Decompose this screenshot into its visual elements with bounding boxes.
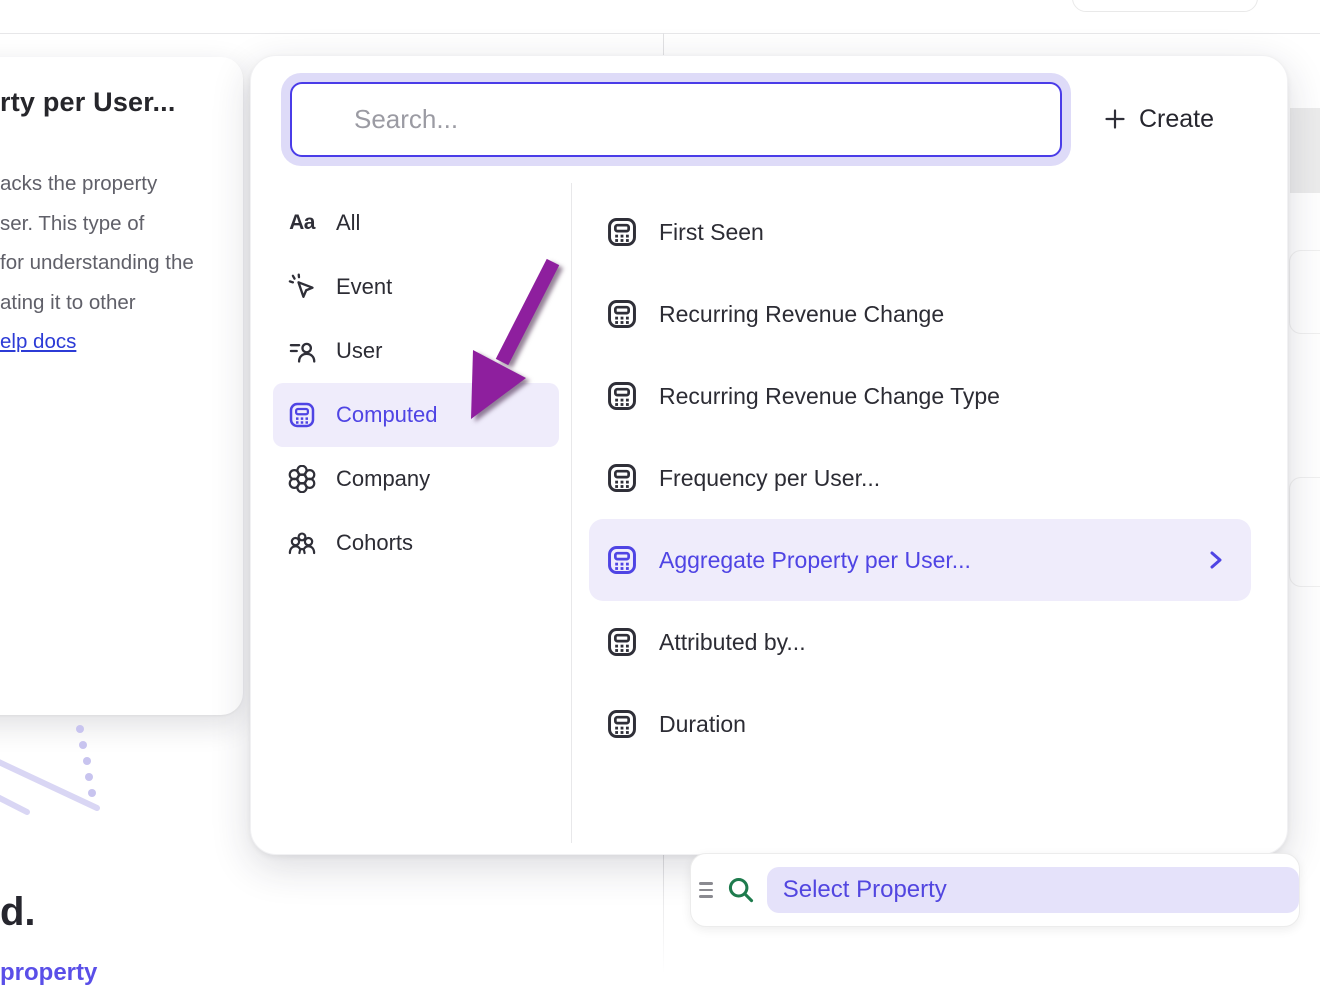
modal-column-divider (571, 183, 572, 843)
calculator-icon (605, 707, 639, 741)
aa-icon: Aa (287, 208, 317, 238)
sidebar-item-label: Event (336, 274, 392, 300)
property-row-label: Attributed by... (659, 629, 806, 656)
event-icon (287, 272, 317, 302)
clipped-link-fragment[interactable]: property (0, 959, 97, 987)
tooltip-body-line: ating it to other (0, 283, 229, 323)
calculator-icon (287, 400, 317, 430)
property-row-recurring-revenue-change[interactable]: Recurring Revenue Change (589, 273, 1251, 355)
sidebar-item-user[interactable]: User (273, 319, 559, 383)
property-row-duration[interactable]: Duration (589, 683, 1251, 765)
vertical-divider-top (663, 33, 664, 55)
cohorts-icon (287, 528, 317, 558)
vertical-divider-bottom (663, 855, 664, 974)
drag-handle-icon[interactable] (699, 882, 717, 898)
select-property-bar: Select Property (690, 853, 1300, 927)
calculator-icon (605, 297, 639, 331)
sidebar-item-label: All (336, 210, 360, 236)
tooltip-title: rty per User... (0, 87, 229, 118)
property-row-label: Recurring Revenue Change Type (659, 383, 1000, 410)
right-panel-strip (1290, 108, 1320, 193)
calculator-icon (605, 461, 639, 495)
property-row-first-seen[interactable]: First Seen (589, 191, 1251, 273)
property-row-attributed-by[interactable]: Attributed by... (589, 601, 1251, 683)
calculator-icon (605, 215, 639, 249)
sidebar-item-cohorts[interactable]: Cohorts (273, 511, 559, 575)
clipped-top-button (1072, 0, 1258, 12)
property-row-label: Aggregate Property per User... (659, 547, 971, 574)
create-button-label: Create (1139, 105, 1214, 134)
tooltip-body-line: ser. This type of (0, 204, 229, 244)
tooltip-body: acks the property ser. This type of for … (0, 164, 229, 362)
chevron-right-icon (1207, 549, 1225, 571)
clipped-right-card (1289, 477, 1320, 587)
property-row-label: Recurring Revenue Change (659, 301, 944, 328)
search-input[interactable] (290, 82, 1062, 157)
calculator-icon (605, 379, 639, 413)
company-icon (287, 464, 317, 494)
calculator-icon (605, 543, 639, 577)
tooltip-body-line: acks the property (0, 164, 229, 204)
select-property-button[interactable]: Select Property (767, 867, 1299, 913)
sidebar-item-all[interactable]: Aa All (273, 191, 559, 255)
create-button[interactable]: Create (1103, 99, 1214, 139)
help-docs-link[interactable]: elp docs (0, 322, 76, 362)
search-field-focus-ring (281, 73, 1071, 166)
property-picker-modal: Create Aa All Event (250, 55, 1288, 855)
property-row-label: Frequency per User... (659, 465, 880, 492)
sidebar-item-label: Computed (336, 402, 438, 428)
sidebar-item-label: Company (336, 466, 430, 492)
sidebar-item-company[interactable]: Company (273, 447, 559, 511)
sidebar-item-event[interactable]: Event (273, 255, 559, 319)
property-list: First Seen Recurring Revenue Change Recu… (589, 191, 1251, 765)
property-search-icon (725, 874, 757, 906)
clipped-right-card (1289, 250, 1320, 334)
plus-icon (1103, 107, 1127, 131)
select-property-label: Select Property (783, 876, 947, 904)
property-row-frequency-per-user[interactable]: Frequency per User... (589, 437, 1251, 519)
clipped-heading-fragment: d. (0, 890, 36, 935)
tooltip-body-line: for understanding the (0, 243, 229, 283)
property-tooltip-card: rty per User... acks the property ser. T… (0, 57, 243, 715)
calculator-icon (605, 625, 639, 659)
sidebar-item-label: Cohorts (336, 530, 413, 556)
property-row-recurring-revenue-change-type[interactable]: Recurring Revenue Change Type (589, 355, 1251, 437)
property-row-label: First Seen (659, 219, 764, 246)
user-icon (287, 336, 317, 366)
sidebar-item-label: User (336, 338, 382, 364)
page-divider-line (0, 33, 1320, 34)
category-sidebar: Aa All Event (273, 191, 559, 575)
property-row-label: Duration (659, 711, 746, 738)
property-row-aggregate-property-per-user[interactable]: Aggregate Property per User... (589, 519, 1251, 601)
sidebar-item-computed[interactable]: Computed (273, 383, 559, 447)
